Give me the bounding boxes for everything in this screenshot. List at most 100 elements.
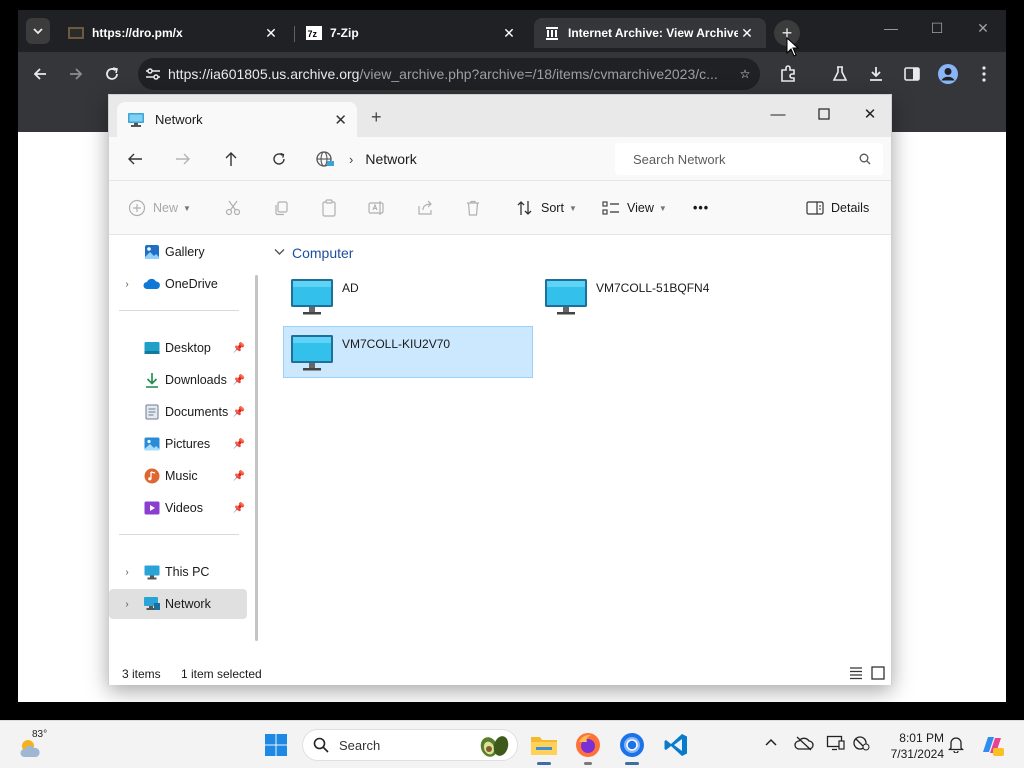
computer-name: AD: [342, 281, 359, 295]
address-bar[interactable]: https://ia601805.us.archive.org/view_arc…: [138, 58, 760, 90]
details-label: Details: [831, 201, 870, 215]
delete-button[interactable]: [463, 194, 489, 222]
sidebar-scrollbar[interactable]: [255, 275, 258, 641]
sidebar-item-downloads[interactable]: Downloads 📌: [109, 365, 247, 395]
close-icon[interactable]: ✕: [847, 101, 893, 127]
vscode-icon: [664, 734, 687, 756]
breadcrumb-network[interactable]: Network: [365, 151, 416, 167]
browser-tab-dropm[interactable]: https://dro.pm/x ✕: [58, 18, 290, 48]
temperature: 83°: [32, 729, 48, 740]
close-tab-icon[interactable]: ✕: [500, 24, 518, 42]
sidebar-item-this-pc[interactable]: › This PC: [109, 557, 247, 587]
taskbar-vscode[interactable]: [660, 729, 692, 761]
sidebar-item-gallery[interactable]: Gallery: [109, 237, 247, 267]
url-text[interactable]: https://ia601805.us.archive.org/view_arc…: [168, 66, 730, 82]
sidebar-item-documents[interactable]: Documents 📌: [109, 397, 247, 427]
back-icon[interactable]: [28, 62, 52, 86]
more-options-button[interactable]: •••: [693, 194, 709, 222]
sidebar-item-desktop[interactable]: Desktop 📌: [109, 333, 247, 363]
pin-icon: 📌: [232, 342, 245, 354]
extensions-icon[interactable]: [776, 62, 800, 86]
pin-icon: 📌: [232, 502, 245, 514]
network-disconnected-icon[interactable]: [852, 735, 870, 754]
system-clock[interactable]: 8:01 PM 7/31/2024: [880, 730, 944, 762]
minimize-icon[interactable]: —: [755, 101, 801, 127]
side-panel-icon[interactable]: [900, 62, 924, 86]
new-label: New: [153, 201, 179, 215]
close-tab-icon[interactable]: ✕: [334, 111, 347, 129]
maximize-icon[interactable]: [801, 101, 847, 127]
bookmark-star-icon[interactable]: ☆: [730, 67, 760, 81]
browser-toolbar: https://ia601805.us.archive.org/view_arc…: [18, 52, 1006, 96]
chevron-right-icon[interactable]: ›: [349, 152, 353, 167]
sidebar-item-onedrive[interactable]: › OneDrive: [109, 269, 247, 299]
large-icons-view-icon[interactable]: [871, 666, 885, 680]
copy-icon: [271, 198, 291, 218]
forward-icon[interactable]: [64, 62, 88, 86]
rename-button[interactable]: [367, 194, 393, 222]
chevron-right-icon[interactable]: ›: [119, 567, 135, 578]
download-icon[interactable]: [864, 62, 888, 86]
browser-tab-7zip[interactable]: 7z 7-Zip ✕: [296, 18, 528, 48]
share-button[interactable]: [415, 194, 441, 222]
new-tab-plus-icon[interactable]: +: [371, 107, 382, 128]
group-header-computer[interactable]: Computer: [274, 245, 353, 261]
sidebar-item-network[interactable]: › Network: [109, 589, 247, 619]
search-input[interactable]: [633, 151, 859, 167]
labs-flask-icon[interactable]: [828, 62, 852, 86]
paste-button[interactable]: [319, 194, 345, 222]
sort-button[interactable]: Sort ▼: [515, 194, 577, 222]
search-box[interactable]: [615, 143, 883, 175]
maximize-icon[interactable]: ☐: [914, 20, 960, 37]
status-bar: 3 items 1 item selected: [109, 661, 891, 685]
browser-tab-archive[interactable]: Internet Archive: View Archive ✕: [534, 18, 766, 48]
sidebar-item-label: Desktop: [165, 341, 211, 355]
menu-kebab-icon[interactable]: [972, 62, 996, 86]
refresh-icon[interactable]: [267, 147, 291, 171]
cloud-offline-icon[interactable]: [794, 735, 814, 754]
network-computer-item-selected[interactable]: VM7COLL-KIU2V70: [283, 326, 533, 378]
details-button[interactable]: Details: [805, 194, 869, 222]
notification-bell-icon[interactable]: [947, 735, 965, 756]
sidebar-item-music[interactable]: Music 📌: [109, 461, 247, 491]
explorer-tab-network[interactable]: Network ✕: [117, 102, 357, 137]
chevron-right-icon[interactable]: ›: [119, 279, 135, 290]
partly-cloudy-icon: [20, 740, 40, 757]
back-arrow-icon[interactable]: [123, 147, 147, 171]
reload-icon[interactable]: [100, 62, 124, 86]
start-button[interactable]: [260, 729, 292, 761]
up-arrow-icon[interactable]: [219, 147, 243, 171]
minimize-icon[interactable]: —: [868, 20, 914, 36]
close-icon[interactable]: ✕: [960, 20, 1006, 37]
network-computer-item[interactable]: VM7COLL-51BQFN4: [538, 271, 788, 323]
view-button[interactable]: View ▼: [601, 194, 667, 222]
taskbar-file-explorer[interactable]: [528, 729, 560, 765]
sidebar-item-label: Gallery: [165, 245, 205, 259]
new-button[interactable]: New ▼: [127, 194, 191, 222]
explorer-tab-title: Network: [155, 112, 203, 127]
sidebar-item-pictures[interactable]: Pictures 📌: [109, 429, 247, 459]
network-globe-icon: [316, 151, 334, 167]
chevron-up-icon[interactable]: [764, 735, 778, 750]
display-icon[interactable]: [826, 735, 846, 754]
explorer-titlebar: Network ✕ + — ✕: [109, 95, 891, 137]
taskbar-search[interactable]: Search: [302, 729, 518, 761]
site-info-icon[interactable]: [138, 67, 168, 81]
network-computer-item[interactable]: AD: [284, 271, 534, 323]
cut-button[interactable]: [223, 194, 249, 222]
forward-arrow-icon[interactable]: [171, 147, 195, 171]
close-tab-icon[interactable]: ✕: [738, 24, 756, 42]
tab-favicon-icon: [68, 25, 84, 41]
taskbar-chrome[interactable]: [616, 729, 648, 765]
weather-widget[interactable]: 83°: [18, 729, 58, 761]
sidebar-item-videos[interactable]: Videos 📌: [109, 493, 247, 523]
copilot-icon[interactable]: [976, 729, 1008, 761]
tab-search-button[interactable]: [26, 18, 50, 44]
close-tab-icon[interactable]: ✕: [262, 24, 280, 42]
address-breadcrumb[interactable]: › Network: [315, 143, 605, 175]
copy-button[interactable]: [271, 194, 297, 222]
taskbar-firefox[interactable]: [572, 729, 604, 765]
profile-avatar-icon[interactable]: [936, 62, 960, 86]
chevron-right-icon[interactable]: ›: [119, 599, 135, 610]
details-view-icon[interactable]: [849, 666, 863, 680]
